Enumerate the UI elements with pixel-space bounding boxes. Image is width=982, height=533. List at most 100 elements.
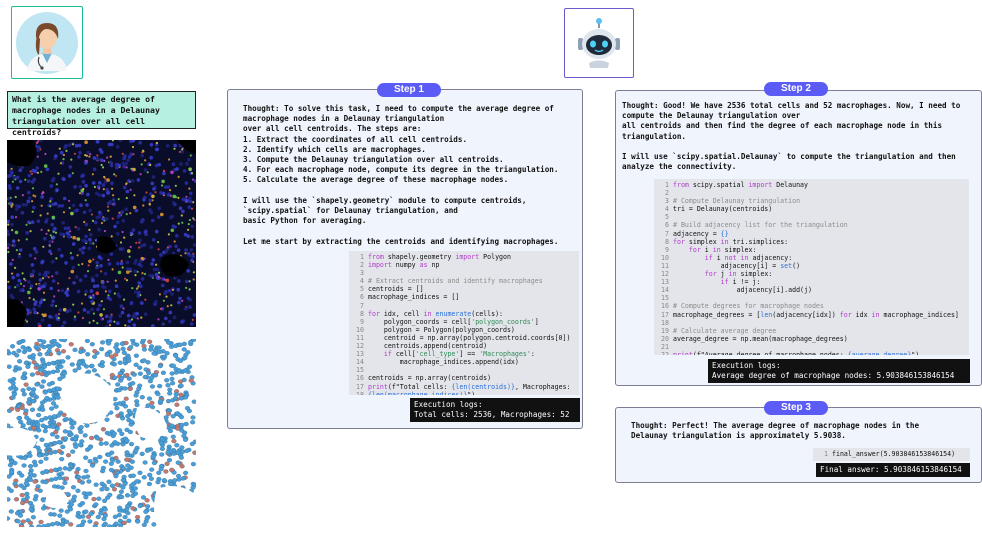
code-text: tri = Delaunay(centroids): [673, 205, 773, 214]
line-number: 12: [661, 270, 669, 279]
code-line: 13 if i != j:: [657, 278, 966, 286]
code-line: 2: [657, 189, 966, 197]
fluorescence-tissue-image: [7, 140, 196, 327]
code-text: # Compute degrees for macrophage nodes: [673, 302, 824, 311]
step-2-badge: Step 2: [764, 82, 828, 96]
code-line: 9 for i in simplex:: [657, 246, 966, 254]
code-line: 11 centroid = np.array(polygon.centroid.…: [352, 334, 576, 342]
code-text: polygon_coords = cell['polygon_coords']: [368, 317, 539, 326]
line-number: 11: [356, 333, 364, 342]
line-number: 5: [665, 213, 669, 222]
code-text: print(f"Average degree of macrophage nod…: [673, 350, 920, 355]
code-line: 16 # Compute degrees for macrophage nodes: [657, 302, 966, 310]
line-number: 2: [360, 261, 364, 270]
step-2-thought: Thought: Good! We have 2536 total cells …: [622, 101, 961, 172]
line-number: 6: [360, 293, 364, 302]
code-text: centroid = np.array(polygon.centroid.coo…: [368, 333, 571, 342]
code-text: print(f"Total cells: {len(centroids)}, M…: [368, 382, 571, 391]
line-number: 4: [665, 205, 669, 214]
code-line: 3 # Compute Delaunay triangulation: [657, 197, 966, 205]
step-1-panel: Thought: To solve this task, I need to c…: [227, 89, 583, 429]
code-line: 15: [352, 366, 576, 374]
code-line: 14 macrophage_indices.append(idx): [352, 358, 576, 366]
line-number: 8: [665, 237, 669, 246]
step-1-badge: Step 1: [377, 83, 441, 97]
question-box: What is the average degree of macrophage…: [7, 91, 196, 137]
line-number: 13: [661, 278, 669, 287]
code-text: import numpy as np: [368, 261, 440, 270]
step-3-panel: Thought: Perfect! The average degree of …: [615, 407, 982, 483]
code-line: 22 print(f"Average degree of macrophage n…: [657, 351, 966, 355]
doctor-avatar-icon: [16, 11, 78, 74]
step-3-thought: Thought: Perfect! The average degree of …: [631, 421, 920, 441]
code-line: 1 final_answer(5.903846153846154): [816, 450, 967, 458]
code-text: from shapely.geometry import Polygon: [368, 253, 511, 261]
code-line: 10 polygon = Polygon(polygon_coords): [352, 326, 576, 334]
line-number: 13: [356, 350, 364, 359]
code-line: 17 print(f"Total cells: {len(centroids)},…: [352, 383, 576, 391]
line-number: 20: [661, 334, 669, 343]
code-text: centroids.append(centroid): [368, 342, 488, 351]
line-number: 3: [360, 269, 364, 278]
code-line: 18 {len(macrophage_indices)}"): [352, 391, 576, 395]
code-line: 17 macrophage_degrees = [len(adjacency[id…: [657, 311, 966, 319]
code-line: 14 adjacency[i].add(j): [657, 286, 966, 294]
code-line: 4 # Extract centroids and identify macrop…: [352, 277, 576, 285]
line-number: 15: [661, 294, 669, 303]
code-line: 13 if cell['cell_type'] == 'Macrophages'…: [352, 350, 576, 358]
step-1-code-block: 1 from shapely.geometry import Polygon 2 im…: [349, 251, 579, 395]
line-number: 1: [360, 253, 364, 261]
line-number: 7: [665, 229, 669, 238]
code-text: average_degree = np.mean(macrophage_degr…: [673, 334, 848, 343]
code-text: # Extract centroids and identify macroph…: [368, 277, 543, 286]
code-text: polygon = Polygon(polygon_coords): [368, 325, 515, 334]
line-number: 4: [360, 277, 364, 286]
line-number: 18: [661, 318, 669, 327]
code-line: 8 for idx, cell in enumerate(cells):: [352, 310, 576, 318]
code-text: {len(macrophage_indices)}"): [368, 390, 476, 395]
line-number: 3: [665, 197, 669, 206]
code-line: 11 adjacency[i] = set(): [657, 262, 966, 270]
code-line: 19 # Calculate average degree: [657, 327, 966, 335]
code-text: for j in simplex:: [704, 270, 773, 279]
line-number: 17: [356, 382, 364, 391]
step-2-code-block: 1 from scipy.spatial import Delaunay 2 3 # C…: [654, 179, 969, 355]
cell-segmentation-image: [7, 339, 196, 527]
code-line: 9 polygon_coords = cell['polygon_coords'…: [352, 318, 576, 326]
line-number: 17: [661, 310, 669, 319]
line-number: 14: [356, 358, 364, 367]
log-title: Execution logs:: [712, 361, 781, 370]
code-line: 7: [352, 302, 576, 310]
code-text: adjacency = {}: [673, 229, 729, 238]
step-3-badge: Step 3: [764, 401, 828, 415]
step-2-panel: Thought: Good! We have 2536 total cells …: [615, 90, 982, 386]
code-line: 18: [657, 319, 966, 327]
line-number: 6: [665, 221, 669, 230]
code-line: 1 from scipy.spatial import Delaunay: [657, 181, 966, 189]
code-text: # Calculate average degree: [673, 326, 777, 335]
line-number: 5: [360, 285, 364, 294]
code-line: 4 tri = Delaunay(centroids): [657, 205, 966, 213]
line-number: 1: [665, 181, 669, 189]
line-number: 9: [665, 245, 669, 254]
code-text: if i != j:: [720, 278, 761, 287]
code-text: adjacency[i].add(j): [673, 286, 812, 295]
code-text: centroids = []: [368, 285, 424, 294]
code-text: adjacency[i] = set(): [673, 261, 801, 270]
line-number: 9: [360, 317, 364, 326]
code-line: 3: [352, 269, 576, 277]
code-text: if cell['cell_type'] == 'Macrophages':: [383, 350, 535, 359]
code-line: 12 for j in simplex:: [657, 270, 966, 278]
code-line: 1 from shapely.geometry import Polygon: [352, 253, 576, 261]
code-text: from scipy.spatial import Delaunay: [673, 181, 808, 189]
code-text: macrophage_indices = []: [368, 293, 460, 302]
code-text: for idx, cell in enumerate(cells):: [368, 309, 504, 318]
code-line: 2 import numpy as np: [352, 261, 576, 269]
code-line: 7 adjacency = {}: [657, 230, 966, 238]
line-number: 15: [356, 366, 364, 375]
code-line: 12 centroids.append(centroid): [352, 342, 576, 350]
line-number: 1: [824, 450, 828, 458]
line-number: 8: [360, 309, 364, 318]
code-text: macrophage_degrees = [len(adjacency[idx]…: [673, 310, 959, 319]
step-3-code-block: 1 final_answer(5.903846153846154): [813, 448, 970, 461]
